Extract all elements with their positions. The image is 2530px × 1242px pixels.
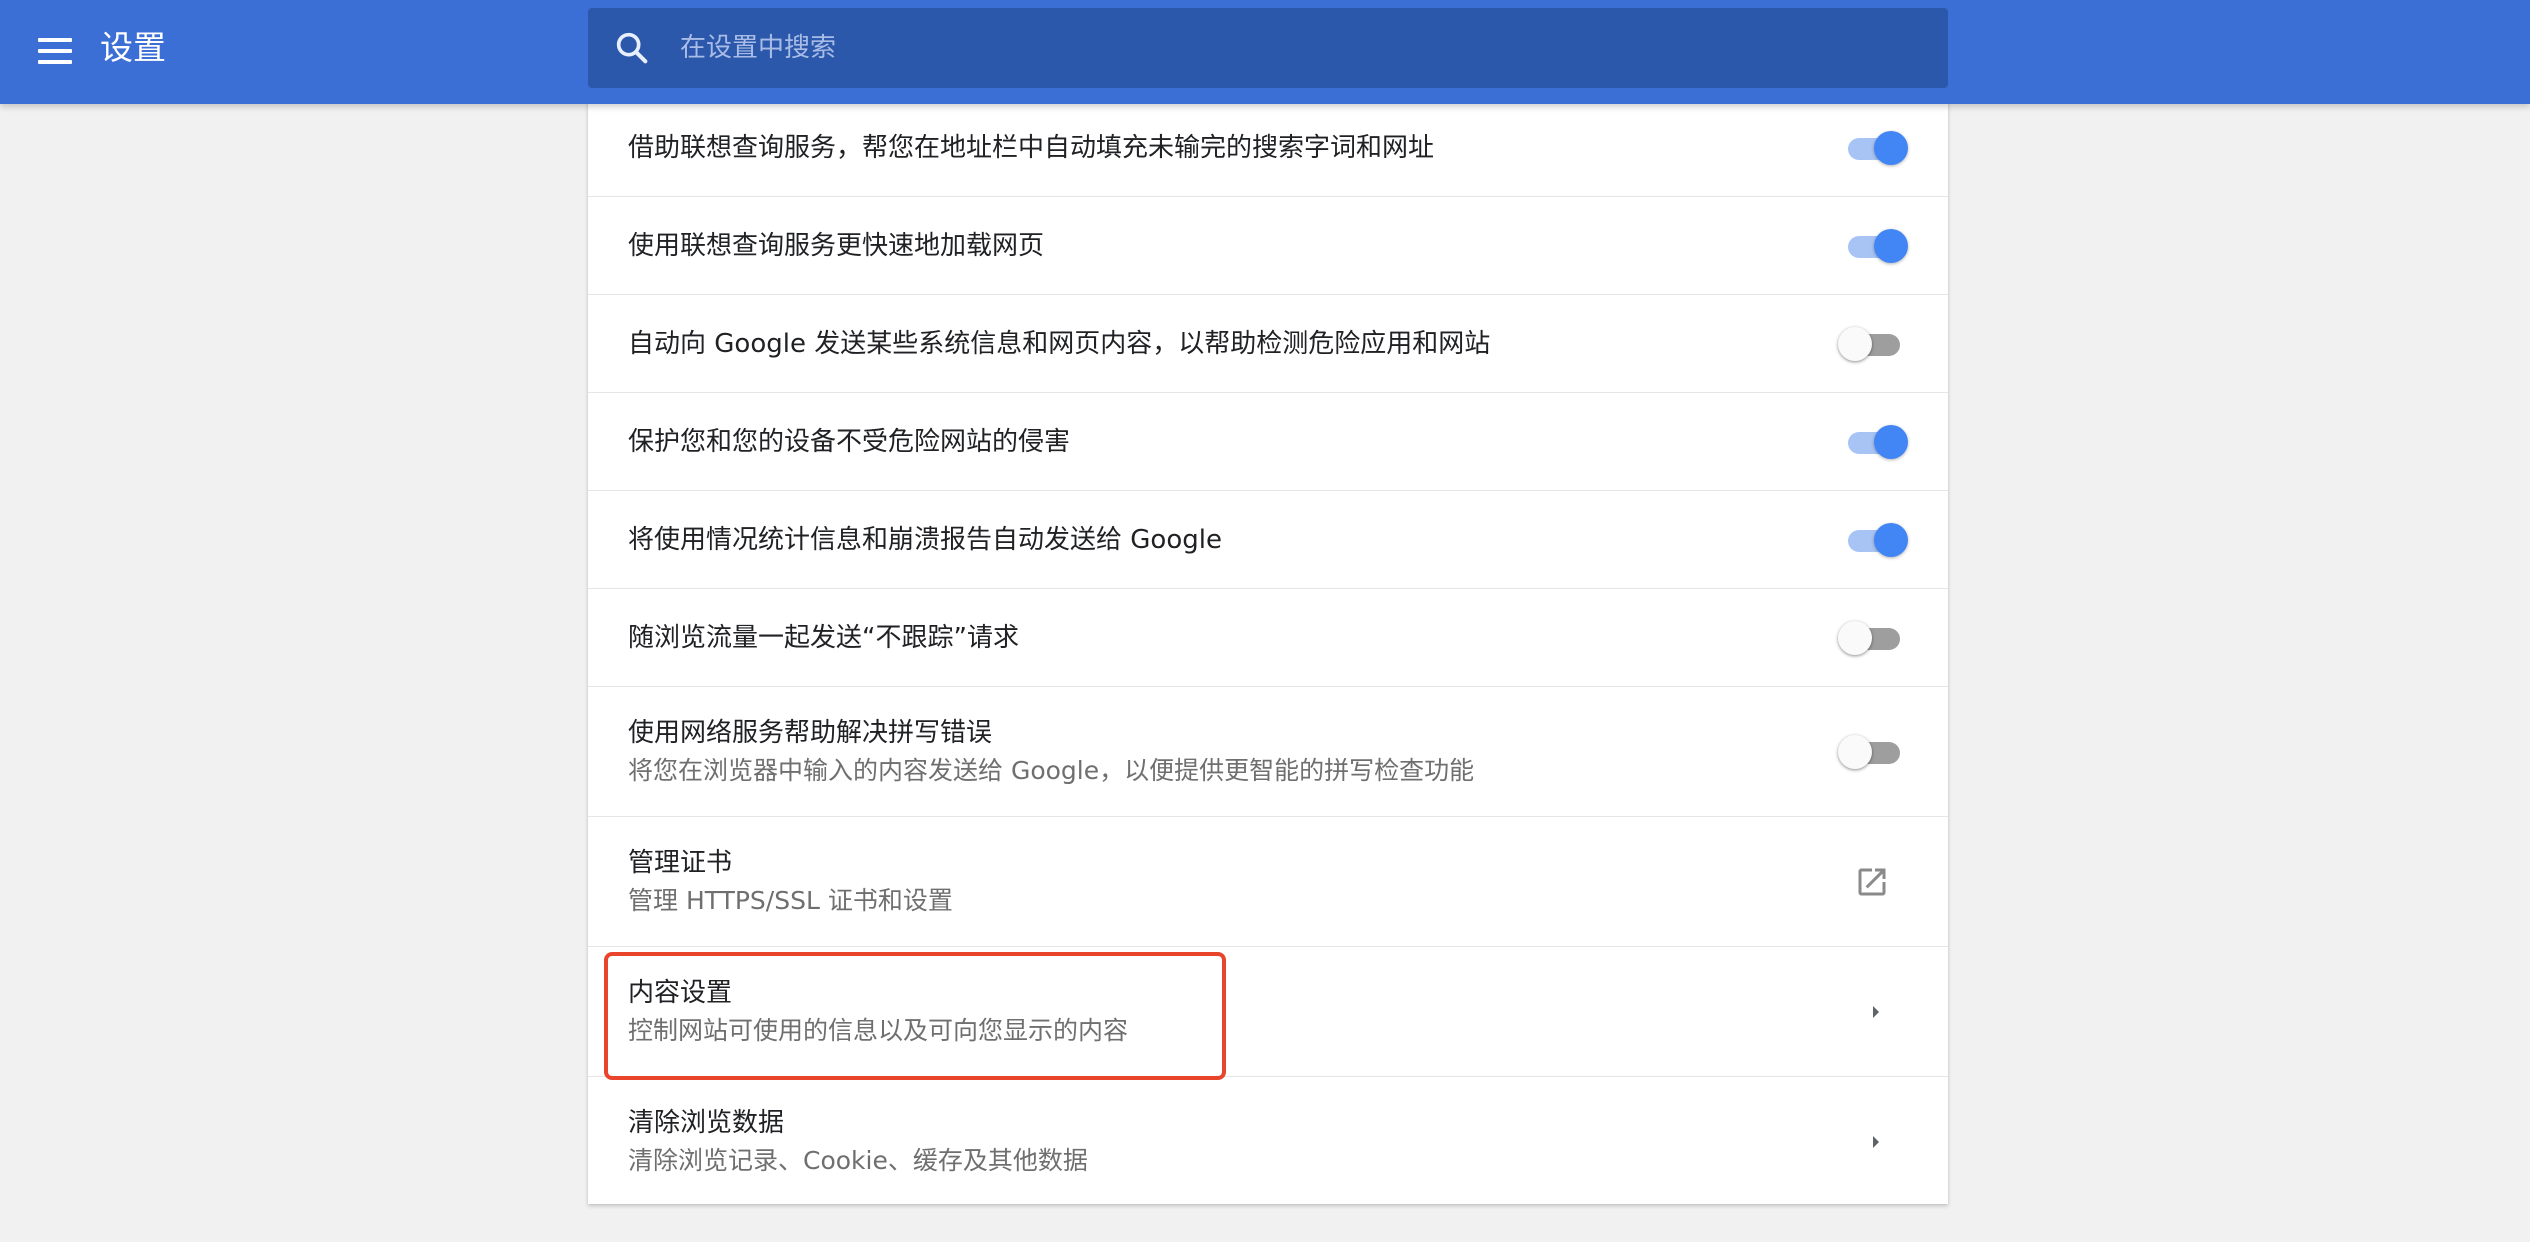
arrow-right-icon[interactable] <box>1864 1130 1888 1154</box>
external-link-icon[interactable] <box>1854 864 1890 900</box>
setting-row-do-not-track[interactable]: 随浏览流量一起发送“不跟踪”请求 <box>588 588 1948 686</box>
menu-icon[interactable] <box>36 32 76 72</box>
setting-label: 使用网络服务帮助解决拼写错误 <box>628 717 993 748</box>
setting-description: 将您在浏览器中输入的内容发送给 Google，以便提供更智能的拼写检查功能 <box>628 755 1475 785</box>
safe-browsing-reports-toggle[interactable] <box>1838 324 1908 364</box>
setting-row-content-settings[interactable]: 内容设置 控制网站可使用的信息以及可向您显示的内容 <box>588 946 1948 1076</box>
setting-row-safe-browsing[interactable]: 保护您和您的设备不受危险网站的侵害 <box>588 392 1948 490</box>
setting-row-safe-browsing-reports[interactable]: 自动向 Google 发送某些系统信息和网页内容，以帮助检测危险应用和网站 <box>588 294 1948 392</box>
setting-row-autocomplete[interactable]: 借助联想查询服务，帮您在地址栏中自动填充未输完的搜索字词和网址 <box>588 100 1948 196</box>
setting-label: 保护您和您的设备不受危险网站的侵害 <box>628 426 1071 457</box>
setting-label: 自动向 Google 发送某些系统信息和网页内容，以帮助检测危险应用和网站 <box>628 328 1491 359</box>
search-box[interactable] <box>588 8 1948 88</box>
setting-row-preload[interactable]: 使用联想查询服务更快速地加载网页 <box>588 196 1948 294</box>
setting-description: 管理 HTTPS/SSL 证书和设置 <box>628 885 953 915</box>
setting-row-spelling[interactable]: 使用网络服务帮助解决拼写错误 将您在浏览器中输入的内容发送给 Google，以便… <box>588 686 1948 816</box>
setting-label: 管理证书 <box>628 847 733 878</box>
setting-label: 内容设置 <box>628 977 733 1008</box>
search-input[interactable] <box>680 8 1920 88</box>
setting-label: 使用联想查询服务更快速地加载网页 <box>628 230 1045 261</box>
setting-description: 控制网站可使用的信息以及可向您显示的内容 <box>628 1015 1129 1045</box>
top-toolbar: 设置 <box>0 0 2530 104</box>
arrow-right-icon[interactable] <box>1864 1000 1888 1024</box>
safe-browsing-toggle[interactable] <box>1844 422 1908 462</box>
setting-row-clear-browsing-data[interactable]: 清除浏览数据 清除浏览记录、Cookie、缓存及其他数据 <box>588 1076 1948 1206</box>
spelling-toggle[interactable] <box>1838 732 1908 772</box>
preload-toggle[interactable] <box>1844 226 1908 266</box>
setting-label: 随浏览流量一起发送“不跟踪”请求 <box>628 622 1019 653</box>
autocomplete-toggle[interactable] <box>1844 128 1908 168</box>
page-title: 设置 <box>100 28 166 67</box>
setting-row-manage-certificates[interactable]: 管理证书 管理 HTTPS/SSL 证书和设置 <box>588 816 1948 946</box>
setting-label: 清除浏览数据 <box>628 1107 785 1138</box>
usage-stats-toggle[interactable] <box>1844 520 1908 560</box>
setting-label: 将使用情况统计信息和崩溃报告自动发送给 Google <box>628 524 1222 555</box>
settings-card: 借助联想查询服务，帮您在地址栏中自动填充未输完的搜索字词和网址 使用联想查询服务… <box>588 100 1948 1204</box>
setting-description: 清除浏览记录、Cookie、缓存及其他数据 <box>628 1145 1088 1175</box>
setting-label: 借助联想查询服务，帮您在地址栏中自动填充未输完的搜索字词和网址 <box>628 133 1435 163</box>
do-not-track-toggle[interactable] <box>1838 618 1908 658</box>
search-icon <box>616 32 648 64</box>
setting-row-usage-stats[interactable]: 将使用情况统计信息和崩溃报告自动发送给 Google <box>588 490 1948 588</box>
